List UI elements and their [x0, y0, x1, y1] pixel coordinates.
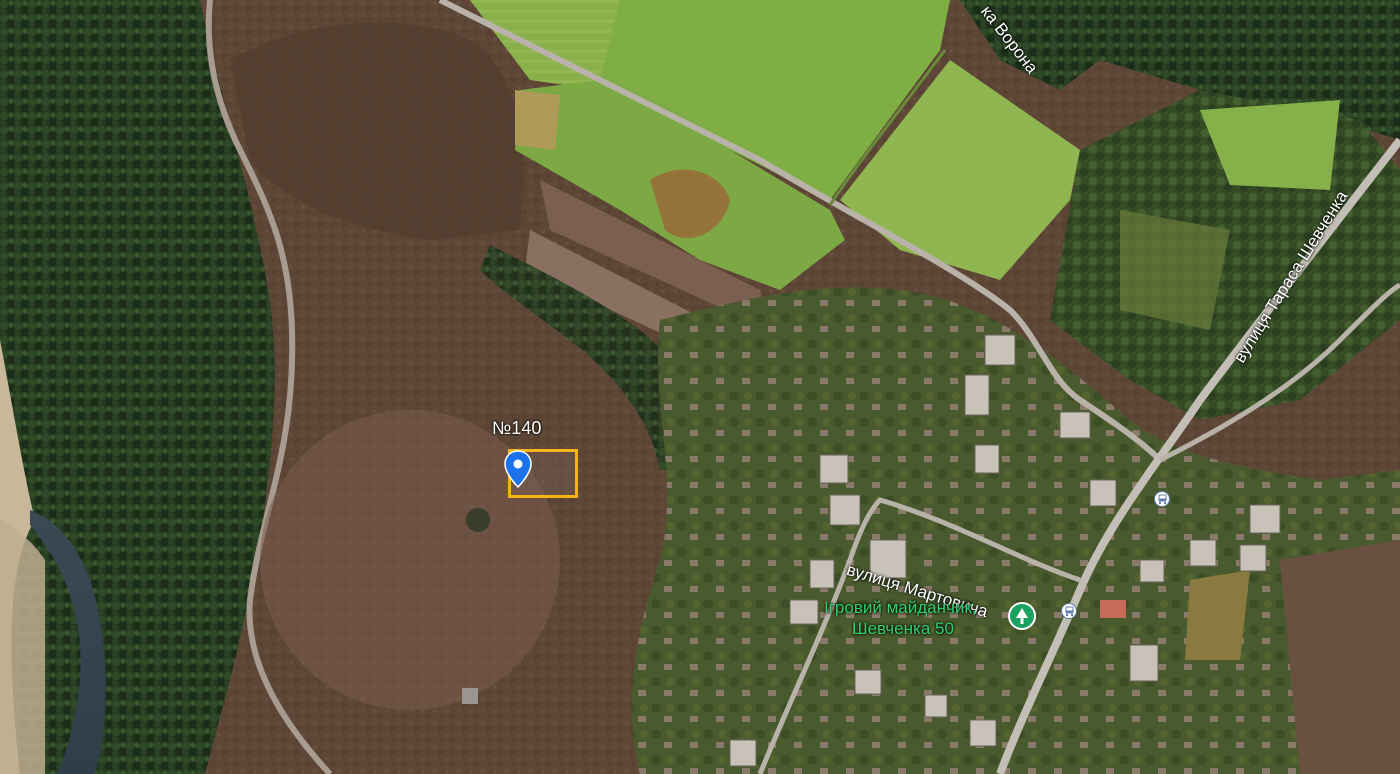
poi-playground-label[interactable]: Ігровий майданчик, Шевченка 50 — [824, 597, 977, 639]
plot-number-label: №140 — [492, 418, 542, 438]
tree-icon[interactable] — [1008, 602, 1036, 630]
poi-name-line1: Ігровий майданчик, — [824, 598, 977, 617]
satellite-map[interactable] — [0, 0, 1400, 774]
bus-stop-icon[interactable] — [1154, 491, 1170, 507]
bus-stop-icon[interactable] — [1061, 603, 1077, 619]
location-pin-icon[interactable] — [503, 450, 533, 489]
poi-name-line2: Шевченка 50 — [852, 619, 954, 638]
